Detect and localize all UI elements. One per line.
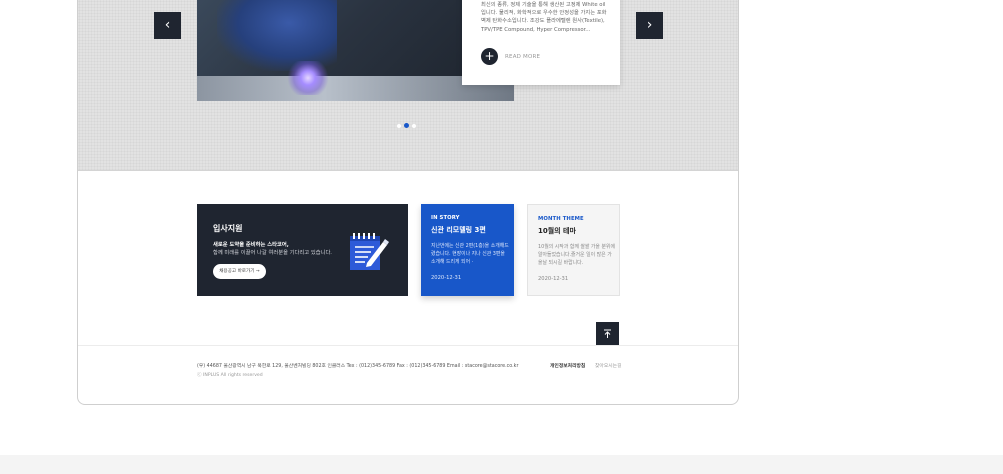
recruit-title: 입사지원 xyxy=(213,224,243,233)
hero-slider: 최신의 종류, 정제 기술을 통해 생산된 고정제 White oil 입니다.… xyxy=(78,0,738,171)
footer-address: (우) 44687 울산광역시 남구 북한로 129, 울산벤처빌딩 802호 … xyxy=(197,364,519,369)
notepad-icon xyxy=(350,233,389,270)
page: 최신의 종류, 정제 기술을 통해 생산된 고정제 White oil 입니다.… xyxy=(0,0,1003,474)
theme-desc: 10월의 시작과 함께 쌀쌀 가을 분위에 알아들었습니다.즐거운 일이 많은 … xyxy=(538,244,615,266)
slider-pagination xyxy=(397,123,416,128)
read-more-label: READ MORE xyxy=(505,53,541,60)
recruit-line2: 함께 미래를 이끌어 나갈 여러분을 기다리고 있습니다. xyxy=(213,250,332,256)
scroll-top-button[interactable] xyxy=(596,322,619,345)
content-frame: 최신의 종류, 정제 기술을 통해 생산된 고정제 White oil 입니다.… xyxy=(77,0,739,405)
slider-dot[interactable] xyxy=(397,123,401,128)
story-tag: IN STORY xyxy=(431,215,460,221)
footer-divider xyxy=(78,345,738,346)
slide-card-text: 최신의 종류, 정제 기술을 통해 생산된 고정제 White oil 입니다.… xyxy=(481,2,607,33)
slider-dot-active[interactable] xyxy=(404,123,409,128)
story-card[interactable]: IN STORY 신관 리모델링 3편 지난번에는 신관 2편(1층)을 소개해… xyxy=(421,204,514,296)
bottom-band xyxy=(0,455,1003,474)
theme-tag: MONTH THEME xyxy=(538,216,584,222)
slider-next-button[interactable]: › xyxy=(636,12,663,39)
slide-card: 최신의 종류, 정제 기술을 통해 생산된 고정제 White oil 입니다.… xyxy=(462,0,620,85)
theme-card[interactable]: MONTH THEME 10월의 테마 10월의 시작과 함께 쌀쌀 가을 분위… xyxy=(527,204,620,296)
slider-dot[interactable] xyxy=(412,123,416,128)
plus-icon[interactable]: + xyxy=(481,48,498,65)
recruit-button[interactable]: 채용공고 바로가기 → xyxy=(213,264,266,279)
story-title: 신관 리모델링 3편 xyxy=(431,226,486,234)
slider-prev-button[interactable]: ‹ xyxy=(154,12,181,39)
theme-date: 2020-12-31 xyxy=(538,276,569,282)
story-date: 2020-12-31 xyxy=(431,275,462,281)
arrow-to-top-icon xyxy=(604,329,611,338)
chevron-right-icon: › xyxy=(646,17,653,33)
footer-copyright: ⓒ INPLUS All rights reserved xyxy=(197,373,263,378)
read-more-link[interactable]: + READ MORE xyxy=(481,48,540,65)
recruit-banner: 입사지원 새로운 도약을 준비하는 스타코어, 함께 미래를 이끌어 나갈 여러… xyxy=(197,204,408,296)
recruit-line1: 새로운 도약을 준비하는 스타코어, xyxy=(213,242,289,248)
privacy-policy-link[interactable]: 개인정보처리방침 xyxy=(550,362,585,369)
welding-spark xyxy=(285,61,331,95)
directions-link[interactable]: 찾아오시는길 xyxy=(595,362,621,369)
theme-title: 10월의 테마 xyxy=(538,227,576,235)
chevron-left-icon: ‹ xyxy=(164,17,171,33)
story-desc: 지난번에는 신관 2편(1층)을 소개해드렸습니다. 현장이나 지나 신관 3편… xyxy=(431,243,509,265)
